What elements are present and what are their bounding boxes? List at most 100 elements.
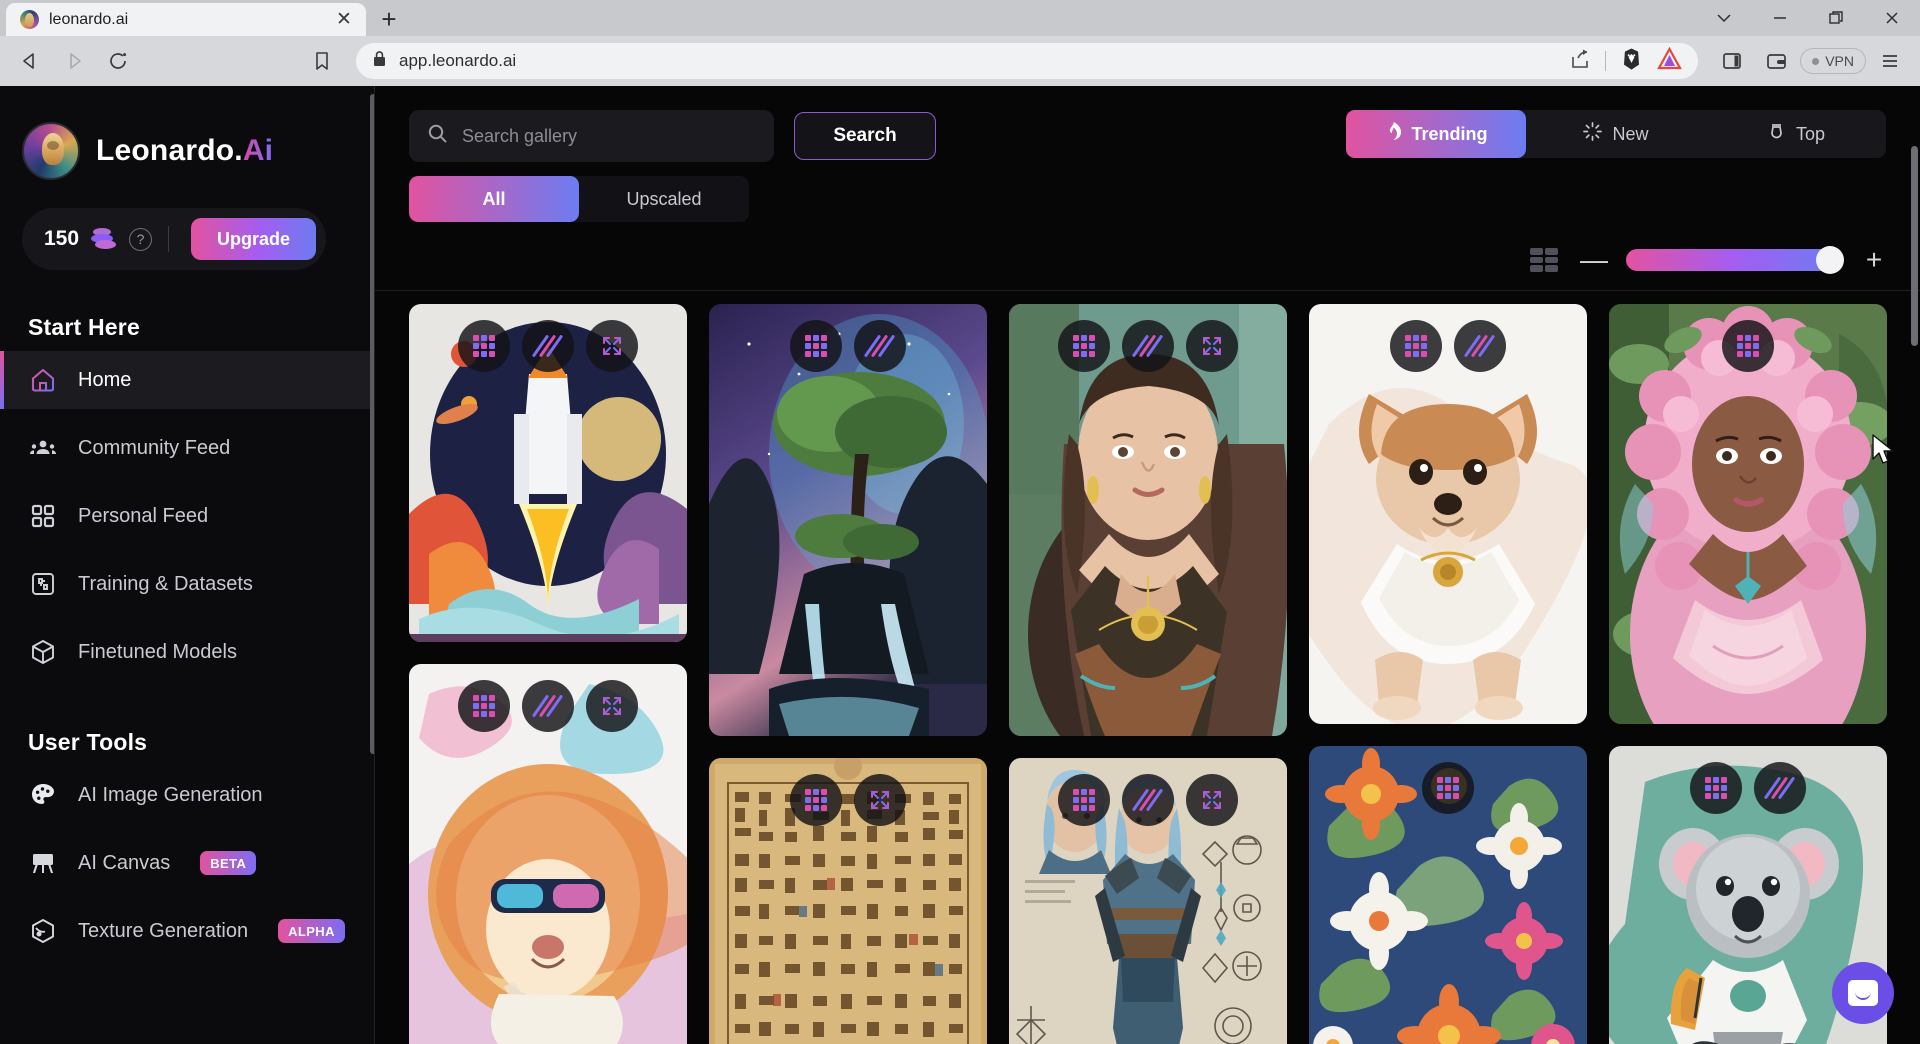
- sidebar-item-ai-image-generation[interactable]: AI Image Generation: [0, 766, 375, 824]
- gallery-columns: [409, 304, 1900, 1044]
- gallery-card[interactable]: [1609, 304, 1887, 724]
- upgrade-button[interactable]: Upgrade: [190, 218, 316, 260]
- zoom-in-button[interactable]: +: [1862, 244, 1886, 276]
- sidebar-item-label: Community Feed: [78, 436, 231, 459]
- sidebar-item-home[interactable]: Home: [0, 351, 375, 409]
- grid-squares-icon: [28, 501, 58, 531]
- sidebar-item-training-datasets[interactable]: Training & Datasets: [0, 555, 375, 613]
- sidebar-item-label: Home: [78, 368, 132, 391]
- remix-icon[interactable]: [458, 680, 510, 732]
- vpn-toggle[interactable]: VPN: [1800, 48, 1866, 74]
- minimize-icon[interactable]: [1752, 0, 1808, 36]
- toolbar-divider: [1605, 51, 1607, 71]
- gallery-card[interactable]: [409, 304, 687, 642]
- status-badge-beta: BETA: [200, 851, 257, 875]
- brand-logo-row[interactable]: Leonardo.Ai: [0, 104, 375, 180]
- gallery-scrollbar[interactable]: [1911, 146, 1918, 346]
- search-icon: [427, 123, 448, 149]
- hamburger-menu-icon[interactable]: [1870, 41, 1910, 81]
- brave-lion-icon[interactable]: [1620, 47, 1643, 76]
- tab-close-icon[interactable]: ✕: [332, 8, 356, 32]
- sidebar-item-community-feed[interactable]: Community Feed: [0, 419, 375, 477]
- reload-icon[interactable]: [98, 41, 138, 81]
- tab-all[interactable]: All: [409, 176, 579, 222]
- gallery-column: [1309, 304, 1587, 1044]
- remix-icon[interactable]: [458, 320, 510, 372]
- remix-icon[interactable]: [1390, 320, 1442, 372]
- sidebar-item-personal-feed[interactable]: Personal Feed: [0, 487, 375, 545]
- browser-navigation-bar: app.leonardo.ai VPN: [0, 36, 1920, 86]
- window-controls: [1696, 0, 1920, 36]
- gallery-card[interactable]: [409, 664, 687, 1044]
- gallery-card[interactable]: [1009, 758, 1287, 1044]
- remix-icon[interactable]: [1058, 320, 1110, 372]
- browser-window: leonardo.ai ✕ + app.leonardo.ai VPN Leon…: [0, 0, 1920, 1044]
- cube-icon: [28, 637, 58, 667]
- bookmark-icon[interactable]: [302, 41, 342, 81]
- zoom-slider-knob[interactable]: [1816, 246, 1844, 274]
- remix-icon[interactable]: [1722, 320, 1774, 372]
- card-actions: [709, 320, 987, 372]
- search-input[interactable]: [462, 125, 756, 147]
- restore-icon[interactable]: [1808, 0, 1864, 36]
- back-arrow-icon[interactable]: [10, 41, 50, 81]
- credits-amount: 150: [44, 227, 80, 250]
- upscale-icon[interactable]: [522, 320, 574, 372]
- tab-upscaled[interactable]: Upscaled: [579, 176, 749, 222]
- upscale-icon[interactable]: [522, 680, 574, 732]
- zoom-out-button[interactable]: —: [1580, 244, 1608, 276]
- grid-density-icon[interactable]: [1530, 248, 1558, 272]
- browser-tab[interactable]: leonardo.ai ✕: [6, 3, 366, 36]
- remix-icon[interactable]: [1058, 774, 1110, 826]
- card-actions: [1309, 762, 1587, 814]
- gallery-card[interactable]: [709, 304, 987, 736]
- address-bar[interactable]: app.leonardo.ai: [356, 43, 1699, 79]
- remix-icon[interactable]: [1690, 762, 1742, 814]
- sidebar-item-ai-canvas[interactable]: AI Canvas BETA: [0, 834, 375, 892]
- sidebar-item-texture-generation[interactable]: Texture Generation ALPHA: [0, 902, 375, 960]
- tab-trending[interactable]: Trending: [1346, 110, 1526, 158]
- gallery-column: [709, 304, 987, 1044]
- sidebar-item-label: Personal Feed: [78, 504, 209, 527]
- new-tab-button[interactable]: +: [366, 3, 412, 36]
- gallery-card[interactable]: [1009, 304, 1287, 736]
- remix-icon[interactable]: [1422, 762, 1474, 814]
- chevron-down-icon[interactable]: [1696, 0, 1752, 36]
- forward-arrow-icon[interactable]: [54, 41, 94, 81]
- sort-tabs-wrapper: Trending New Top: [1346, 110, 1886, 158]
- upscale-icon[interactable]: [1122, 320, 1174, 372]
- search-button[interactable]: Search: [794, 112, 936, 160]
- sidebar-item-finetuned-models[interactable]: Finetuned Models: [0, 623, 375, 681]
- upscale-icon[interactable]: [854, 320, 906, 372]
- wallet-icon[interactable]: [1756, 41, 1796, 81]
- question-mark-icon[interactable]: ?: [129, 227, 153, 251]
- tab-top[interactable]: Top: [1706, 110, 1886, 158]
- expand-icon[interactable]: [586, 320, 638, 372]
- zoom-controls: — +: [1530, 244, 1886, 276]
- search-field-wrapper[interactable]: [409, 110, 774, 162]
- tab-new[interactable]: New: [1526, 110, 1706, 158]
- gallery-card[interactable]: [1309, 746, 1587, 1044]
- expand-icon[interactable]: [854, 774, 906, 826]
- share-icon[interactable]: [1569, 48, 1591, 75]
- gallery-card[interactable]: [1309, 304, 1587, 724]
- close-icon[interactable]: [1864, 0, 1920, 36]
- remix-icon[interactable]: [790, 774, 842, 826]
- main-content: Search All Upscaled Trending: [375, 86, 1920, 1044]
- gallery-card[interactable]: [709, 758, 987, 1044]
- status-badge-alpha: ALPHA: [278, 919, 345, 943]
- remix-icon[interactable]: [790, 320, 842, 372]
- expand-icon[interactable]: [1186, 320, 1238, 372]
- zoom-slider[interactable]: [1626, 246, 1844, 274]
- brave-rewards-triangle-icon[interactable]: [1657, 46, 1683, 75]
- intercom-chat-icon[interactable]: [1832, 962, 1894, 1024]
- expand-icon[interactable]: [1186, 774, 1238, 826]
- expand-icon[interactable]: [586, 680, 638, 732]
- card-actions: [1009, 774, 1287, 826]
- toolbar-divider: [375, 290, 1920, 291]
- texture-cube-icon: [28, 916, 58, 946]
- upscale-icon[interactable]: [1122, 774, 1174, 826]
- upscale-icon[interactable]: [1454, 320, 1506, 372]
- sidebar-panel-icon[interactable]: [1712, 41, 1752, 81]
- upscale-icon[interactable]: [1754, 762, 1806, 814]
